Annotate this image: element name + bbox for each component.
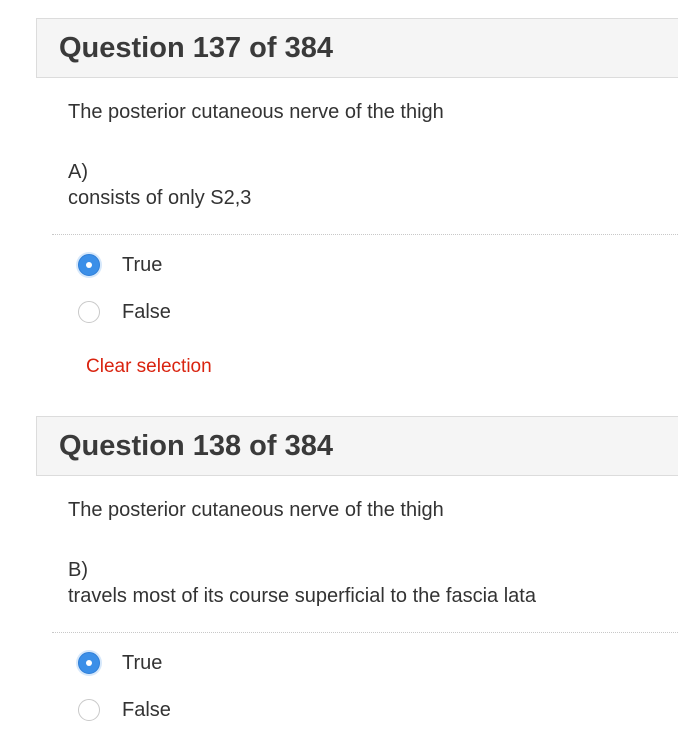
question-header: Question 137 of 384 (36, 18, 678, 78)
question-stem: The posterior cutaneous nerve of the thi… (68, 101, 444, 123)
choice-label: False (122, 301, 171, 323)
radio-false[interactable] (78, 301, 100, 323)
divider (52, 632, 678, 633)
choice-label: False (122, 699, 171, 721)
question-title: Question 137 of 384 (59, 32, 333, 64)
question-title: Question 138 of 384 (59, 430, 333, 462)
clear-selection-link[interactable]: Clear selection (86, 355, 212, 379)
radio-true-selected[interactable] (78, 254, 100, 276)
divider (52, 234, 678, 235)
option-statement: travels most of its course superficial t… (68, 585, 536, 607)
option-statement: consists of only S2,3 (68, 187, 252, 209)
choice-label: True (122, 652, 163, 674)
question-stem: The posterior cutaneous nerve of the thi… (68, 499, 444, 521)
option-letter: A) (68, 161, 88, 183)
choice-label: True (122, 254, 163, 276)
option-letter: B) (68, 559, 88, 581)
radio-true-selected[interactable] (78, 652, 100, 674)
radio-false[interactable] (78, 699, 100, 721)
question-header: Question 138 of 384 (36, 416, 678, 476)
